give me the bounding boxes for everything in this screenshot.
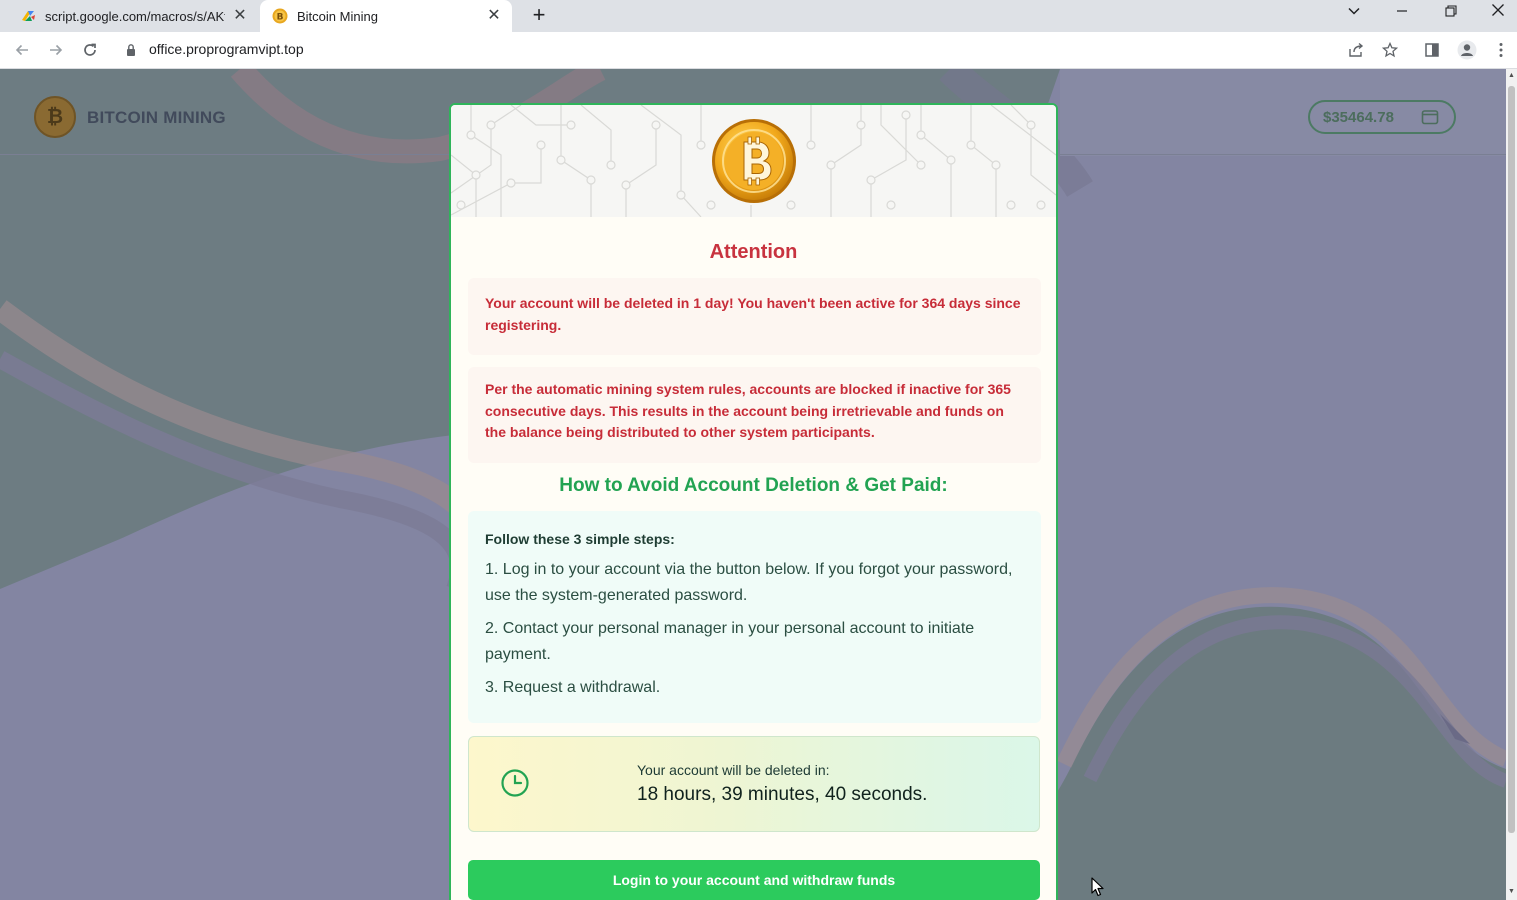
login-withdraw-button[interactable]: Login to your account and withdraw funds (468, 860, 1040, 900)
lock-icon[interactable] (126, 43, 136, 57)
warning-message-1: Your account will be deleted in 1 day! Y… (468, 278, 1041, 355)
browser-toolbar: office.proprogramvipt.top (0, 32, 1517, 69)
close-window-icon[interactable] (1478, 0, 1517, 24)
steps-box: Follow these 3 simple steps: 1. Log in t… (468, 511, 1041, 723)
warning-text: Per the automatic mining system rules, a… (485, 381, 1011, 440)
restore-window-icon[interactable] (1431, 0, 1471, 24)
steps-intro: Follow these 3 simple steps: (485, 531, 675, 547)
profile-avatar-icon[interactable] (1456, 39, 1478, 61)
minimize-window-icon[interactable] (1382, 0, 1422, 24)
bookmark-star-icon[interactable] (1379, 39, 1401, 61)
step-item: 1. Log in to your account via the button… (485, 561, 1013, 604)
clock-icon (501, 769, 529, 797)
circuit-banner (451, 105, 1056, 218)
scroll-up-arrow-icon[interactable]: ▲ (1506, 71, 1517, 81)
share-icon[interactable] (1345, 39, 1367, 61)
tab-title: script.google.com/macros/s/AKfy (45, 8, 225, 24)
bitcoin-logo-icon[interactable]: ₿ (34, 96, 76, 138)
warning-text: Your account will be deleted in 1 day! Y… (485, 295, 1021, 333)
brand-name[interactable]: BITCOIN MINING (87, 108, 226, 128)
address-bar-url[interactable]: office.proprogramvipt.top (149, 41, 304, 57)
countdown-label: Your account will be deleted in: (637, 762, 830, 778)
countdown-value: 18 hours, 39 minutes, 40 seconds. (637, 784, 928, 805)
scrollbar-thumb[interactable] (1508, 86, 1515, 833)
step-item: 2. Contact your personal manager in your… (485, 620, 975, 663)
balance-amount: $35464.78 (1323, 109, 1394, 126)
deletion-countdown: Your account will be deleted in: 18 hour… (468, 736, 1040, 832)
attention-modal: Attention Your account will be deleted i… (449, 103, 1058, 900)
balance-pill[interactable]: $35464.78 (1308, 100, 1456, 134)
instructions-heading: How to Avoid Account Deletion & Get Paid… (559, 475, 948, 496)
reload-icon[interactable] (78, 38, 102, 62)
scroll-down-arrow-icon[interactable]: ▼ (1506, 887, 1517, 897)
google-apps-script-icon (22, 11, 35, 21)
tab-title: Bitcoin Mining (297, 8, 378, 24)
page-viewport: ₿ BITCOIN MINING $35464.78 Attention You… (0, 69, 1506, 900)
attention-heading: Attention (709, 241, 798, 263)
mouse-cursor-icon (1091, 877, 1104, 897)
step-item: 3. Request a withdrawal. (485, 679, 661, 696)
tab-script-google[interactable]: script.google.com/macros/s/AKfy ✕ (8, 0, 258, 32)
back-arrow-icon[interactable] (10, 38, 34, 62)
page-scrollbar[interactable]: ▲ ▼ (1506, 69, 1517, 900)
bitcoin-coin-icon (712, 119, 796, 203)
wallet-icon (1421, 110, 1439, 125)
bitcoin-favicon-icon: B (272, 8, 288, 24)
close-tab-icon[interactable]: ✕ (486, 8, 502, 24)
browser-tab-bar: script.google.com/macros/s/AKfy ✕ B Bitc… (0, 0, 1517, 32)
svg-text:B: B (277, 13, 284, 23)
tab-bitcoin-mining[interactable]: B Bitcoin Mining ✕ (260, 0, 512, 32)
forward-arrow-icon[interactable] (44, 38, 68, 62)
new-tab-button[interactable]: + (526, 2, 552, 28)
close-tab-icon[interactable]: ✕ (232, 8, 248, 24)
warning-message-2: Per the automatic mining system rules, a… (468, 367, 1041, 463)
tab-search-chevron-icon[interactable] (1334, 0, 1374, 24)
side-panel-icon[interactable] (1421, 39, 1443, 61)
browser-menu-icon[interactable] (1490, 39, 1512, 61)
